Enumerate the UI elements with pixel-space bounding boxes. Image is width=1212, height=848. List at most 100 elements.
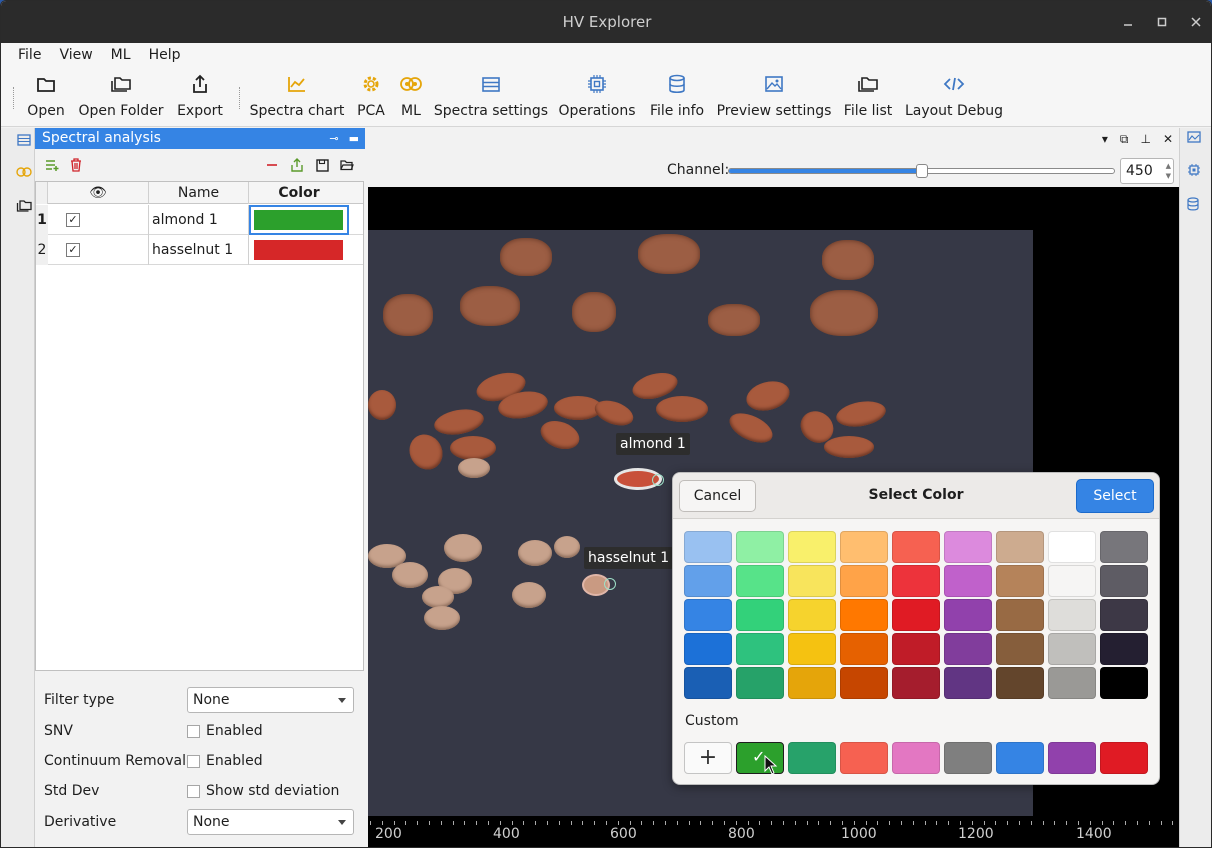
custom-color-swatch[interactable]: [944, 742, 992, 774]
filter-type-select[interactable]: None: [187, 687, 354, 713]
channel-spinbox[interactable]: 450 ▲ ▼: [1120, 158, 1174, 184]
col-visible[interactable]: 👁: [48, 182, 149, 204]
color-swatch[interactable]: [944, 565, 992, 597]
close-icon[interactable]: [1179, 1, 1211, 43]
color-swatch[interactable]: [892, 667, 940, 699]
color-cell[interactable]: [249, 235, 349, 265]
color-swatch[interactable]: [1048, 633, 1096, 665]
color-swatch[interactable]: [996, 667, 1044, 699]
checkbox-box[interactable]: [187, 724, 200, 738]
custom-color-swatch[interactable]: [892, 742, 940, 774]
color-swatch[interactable]: [788, 667, 836, 699]
minus-icon[interactable]: [263, 156, 281, 174]
minimize-icon[interactable]: [1111, 1, 1145, 43]
trash-icon[interactable]: [67, 156, 85, 174]
continuum-removal-checkbox[interactable]: Enabled: [187, 753, 263, 769]
color-swatch[interactable]: [736, 531, 784, 563]
color-swatch[interactable]: [1100, 599, 1148, 631]
color-swatch[interactable]: [840, 531, 888, 563]
visible-checkbox[interactable]: ✓: [66, 213, 80, 227]
color-swatch[interactable]: [892, 565, 940, 597]
color-swatch[interactable]: [736, 667, 784, 699]
name-cell[interactable]: almond 1: [149, 205, 249, 235]
table-row[interactable]: 1 ✓ almond 1: [36, 205, 363, 235]
folders-icon[interactable]: [15, 197, 33, 215]
file-list-button[interactable]: File list: [844, 73, 892, 123]
derivative-select[interactable]: None: [187, 809, 354, 835]
add-list-icon[interactable]: [43, 156, 61, 174]
color-swatch[interactable]: [1048, 667, 1096, 699]
color-swatch[interactable]: [944, 633, 992, 665]
slider-handle[interactable]: [915, 164, 928, 178]
spectra-settings-button[interactable]: Spectra settings: [434, 73, 548, 123]
spin-arrows-icon[interactable]: ▲ ▼: [1166, 161, 1171, 181]
database-icon[interactable]: [1187, 197, 1205, 215]
color-swatch[interactable]: [736, 599, 784, 631]
open-button[interactable]: Open: [27, 73, 65, 123]
color-swatch[interactable]: [1048, 531, 1096, 563]
color-swatch[interactable]: [684, 599, 732, 631]
checkbox-box[interactable]: [187, 754, 200, 768]
custom-color-swatch-selected[interactable]: ✓: [736, 742, 784, 775]
color-swatch[interactable]: [996, 531, 1044, 563]
color-swatch[interactable]: [1048, 565, 1096, 597]
cpu-icon[interactable]: [1187, 163, 1205, 181]
color-swatch[interactable]: [788, 599, 836, 631]
color-swatch[interactable]: [892, 633, 940, 665]
custom-color-swatch[interactable]: [840, 742, 888, 774]
select-button[interactable]: Select: [1076, 479, 1154, 513]
table-row[interactable]: 2 ✓ hasselnut 1: [36, 235, 363, 265]
std-dev-checkbox[interactable]: Show std deviation: [187, 783, 339, 799]
minimize-icon[interactable]: ▬: [349, 128, 359, 149]
ml-button[interactable]: ML: [399, 73, 423, 123]
custom-color-swatch[interactable]: [788, 742, 836, 774]
color-swatch[interactable]: [736, 633, 784, 665]
color-swatch[interactable]: [944, 531, 992, 563]
color-swatch[interactable]: [944, 667, 992, 699]
menu-ml[interactable]: ML: [102, 47, 140, 63]
roi-handle[interactable]: [652, 474, 664, 486]
table-icon[interactable]: [15, 131, 33, 149]
visible-checkbox[interactable]: ✓: [66, 243, 80, 257]
menu-view[interactable]: View: [50, 47, 101, 63]
spectra-chart-button[interactable]: Spectra chart: [250, 73, 344, 123]
channel-slider[interactable]: [728, 164, 1115, 178]
preview-settings-button[interactable]: Preview settings: [717, 73, 831, 123]
float-icon[interactable]: ⧉: [1120, 132, 1129, 147]
color-swatch[interactable]: [684, 667, 732, 699]
export-icon[interactable]: [288, 156, 306, 174]
folder-open-icon[interactable]: [338, 156, 356, 174]
custom-color-swatch[interactable]: [996, 742, 1044, 774]
custom-color-swatch[interactable]: [1048, 742, 1096, 774]
add-custom-color-button[interactable]: +: [684, 742, 732, 774]
file-info-button[interactable]: File info: [650, 73, 704, 123]
checkbox-box[interactable]: [187, 784, 200, 798]
color-swatch[interactable]: [1048, 599, 1096, 631]
color-swatch[interactable]: [684, 565, 732, 597]
name-cell[interactable]: hasselnut 1: [149, 235, 249, 265]
color-swatch[interactable]: [788, 633, 836, 665]
color-swatch[interactable]: [840, 633, 888, 665]
color-swatch[interactable]: [788, 531, 836, 563]
open-folder-button[interactable]: Open Folder: [78, 73, 164, 123]
pin-icon[interactable]: ⊸: [329, 128, 338, 149]
save-icon[interactable]: [313, 156, 331, 174]
pca-button[interactable]: PCA: [356, 73, 386, 123]
menu-help[interactable]: Help: [140, 47, 190, 63]
roi-handle[interactable]: [604, 578, 616, 590]
color-swatch[interactable]: [996, 599, 1044, 631]
color-swatch[interactable]: [996, 565, 1044, 597]
color-swatch[interactable]: [944, 599, 992, 631]
image-icon[interactable]: [1187, 131, 1205, 149]
layout-debug-button[interactable]: Layout Debug: [905, 73, 1003, 123]
pin-icon[interactable]: ⊥: [1140, 132, 1150, 147]
color-swatch[interactable]: [684, 633, 732, 665]
color-swatch[interactable]: [840, 667, 888, 699]
operations-button[interactable]: Operations: [559, 73, 635, 123]
export-button[interactable]: Export: [177, 73, 223, 123]
close-icon[interactable]: ✕: [1163, 132, 1173, 147]
color-swatch[interactable]: [1100, 565, 1148, 597]
menu-file[interactable]: File: [9, 47, 50, 63]
color-swatch[interactable]: [736, 565, 784, 597]
brain-icon[interactable]: [15, 163, 33, 181]
